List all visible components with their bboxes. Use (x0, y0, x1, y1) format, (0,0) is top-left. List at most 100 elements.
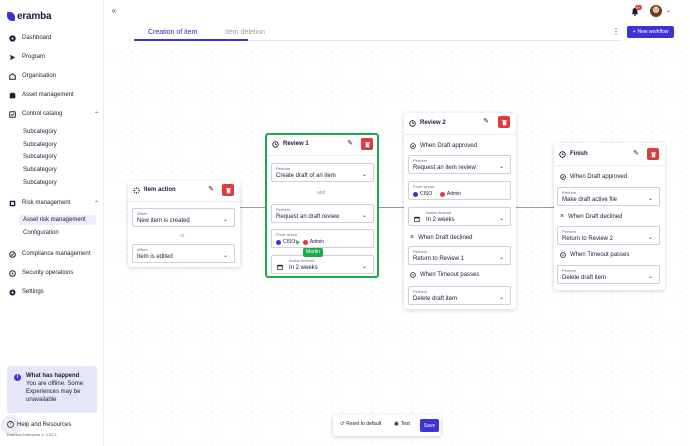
from-whom-field[interactable]: From whom CISO Admin (408, 181, 511, 200)
review-2-card[interactable]: Review 2 ✎ When Draft approved Perform R… (404, 113, 516, 309)
more-options-icon[interactable]: ⋮ (612, 27, 620, 36)
assignee-chips: CISO Admin (276, 239, 330, 247)
when-select[interactable]: When Item is edited ⌄ (132, 244, 235, 263)
sidebar-item-label: Compliance management (22, 251, 91, 257)
field-value: Delete draft item (562, 275, 607, 281)
edit-icon[interactable]: ✎ (482, 118, 490, 126)
assignee-chip[interactable]: Admin (302, 239, 324, 245)
delete-button[interactable] (647, 148, 659, 160)
delete-button[interactable] (361, 138, 373, 150)
user-icon (439, 191, 445, 197)
notification-badge: 9+ (635, 5, 642, 10)
organisation-icon (9, 72, 16, 80)
chevron-down-icon: ⌄ (498, 216, 504, 222)
help-label: Help and Resources (17, 421, 72, 428)
close-icon: × (560, 213, 565, 220)
field-value: Delete draft item (413, 296, 458, 302)
assignee-chips: CISO Admin (413, 191, 467, 199)
perform-select[interactable]: Perform Create draft of an item ⌄ (271, 163, 374, 182)
test-button[interactable]: ▣ Test (394, 421, 410, 427)
field-value: Return to Review 2 (562, 236, 614, 242)
chevron-down-icon: ⌄ (222, 217, 228, 223)
delete-button[interactable] (222, 184, 234, 196)
perform-select[interactable]: Perform Request an item review ⌄ (408, 155, 511, 174)
chevron-up-icon: ⌃ (93, 111, 99, 118)
field-value: Create draft of an item (276, 173, 336, 179)
field-label: From whom (413, 184, 435, 189)
sidebar-item-settings[interactable]: Settings (9, 287, 99, 297)
program-icon (9, 54, 16, 61)
item-action-card[interactable]: Item action ✎ When New item is created ⌄… (128, 181, 240, 267)
field-label: When (137, 211, 148, 216)
perform-select[interactable]: Perform Return to Review 2 ⌄ (557, 226, 660, 245)
finish-card[interactable]: Finish ✎ When Draft approved Perform Mak… (554, 143, 665, 290)
and-label: and (317, 190, 326, 196)
sidebar-subitem-subcategory[interactable]: Subcategory (23, 140, 57, 150)
sidebar-subitem-subcategory[interactable]: Subcategory (23, 127, 57, 137)
chevron-down-icon[interactable]: ⌄ (666, 7, 671, 14)
when-select[interactable]: When New item is created ⌄ (132, 208, 235, 227)
sidebar-item-compliance-management[interactable]: Compliance management (9, 249, 99, 259)
perform-select[interactable]: Perform Delete draft item ⌄ (557, 265, 660, 284)
from-whom-field[interactable]: From whom CISO Admin (271, 229, 374, 248)
sidebar-item-risk-management[interactable]: Risk management ⌃ (9, 198, 99, 208)
card-title: Item action (144, 187, 176, 193)
help-and-resources-link[interactable]: ? Help and Resources (7, 421, 71, 428)
perform-select[interactable]: Perform Return to Review 1 ⌄ (408, 246, 511, 265)
cursor-pointer-icon (294, 238, 302, 248)
sidebar-subitem-subcategory[interactable]: Subcategory (23, 178, 57, 188)
field-label: Perform (413, 289, 428, 294)
sidebar-item-control-catalog[interactable]: Control catalog ⌃ (9, 109, 99, 119)
delete-button[interactable] (498, 116, 510, 128)
sidebar-item-program[interactable]: Program (9, 52, 99, 62)
chip-label: Admin (446, 191, 462, 197)
perform-select[interactable]: Perform Make draft active file ⌄ (557, 187, 660, 206)
compliance-icon (9, 250, 16, 258)
sidebar: eramba Dashboard Program Organisation As… (0, 0, 104, 446)
chevrons-left-icon[interactable]: « (110, 7, 118, 15)
field-label: Perform (562, 190, 577, 195)
field-value: Item is edited (137, 254, 173, 260)
card-divider (128, 201, 240, 202)
action-timeout-select[interactable]: Action timeout In 2 weeks ⌄ (408, 207, 511, 226)
catalog-icon (9, 110, 16, 118)
risk-icon (9, 200, 16, 207)
sidebar-subitem-subcategory[interactable]: Subcategory (23, 165, 57, 175)
field-label: From whom (276, 232, 298, 237)
assignee-chip[interactable]: CISO (413, 191, 432, 197)
condition-label: When Draft declined (418, 234, 473, 241)
sidebar-subitem-asset-risk-management[interactable]: Asset risk management (19, 215, 96, 225)
assignee-chip[interactable]: CISO (276, 239, 295, 245)
chevron-down-icon: ⌄ (361, 213, 367, 219)
perform-select[interactable]: Perform Request an draft review ⌄ (271, 204, 374, 223)
version-label: Eramba Enterprise v. 3.22.3 (7, 432, 57, 437)
action-timeout-select[interactable]: Action timeout In 2 weeks ⌄ (271, 255, 374, 274)
clock-icon (559, 150, 566, 158)
trash-icon (650, 151, 656, 157)
sidebar-item-label: Control catalog (22, 111, 63, 117)
avatar[interactable] (650, 5, 662, 17)
logo[interactable]: eramba (7, 10, 52, 22)
new-workflow-button[interactable]: + New workflow (627, 26, 674, 38)
sidebar-subitem-configuration[interactable]: Configuration (23, 228, 59, 238)
reset-label: Reset to default (346, 421, 382, 427)
sidebar-subitem-subcategory[interactable]: Subcategory (23, 152, 57, 162)
save-button[interactable]: Save (420, 419, 439, 432)
sidebar-item-asset-management[interactable]: Asset management (9, 90, 99, 100)
workflow-toolbar: ↺ Reset to default ▣ Test Save (333, 415, 441, 436)
field-value: Return to Review 1 (413, 256, 465, 262)
calendar-icon (277, 264, 283, 270)
reset-to-default-button[interactable]: ↺ Reset to default (340, 421, 381, 427)
assignee-chip[interactable]: Admin (439, 191, 462, 197)
edit-icon[interactable]: ✎ (207, 186, 215, 194)
tab-item-deletion[interactable]: Item deletion (225, 29, 265, 36)
tab-creation-of-item[interactable]: Creation of item (148, 29, 197, 36)
perform-select[interactable]: Perform Delete draft item ⌄ (408, 286, 511, 305)
sidebar-item-dashboard[interactable]: Dashboard (9, 33, 99, 43)
sidebar-item-organisation[interactable]: Organisation (9, 71, 99, 81)
edit-icon[interactable]: ✎ (346, 140, 354, 148)
condition-row: When Draft approved (560, 174, 627, 180)
sidebar-item-security-operations[interactable]: Security operations (9, 268, 99, 278)
offline-text-line: Experiences may be (26, 389, 81, 395)
edit-icon[interactable]: ✎ (632, 150, 640, 158)
